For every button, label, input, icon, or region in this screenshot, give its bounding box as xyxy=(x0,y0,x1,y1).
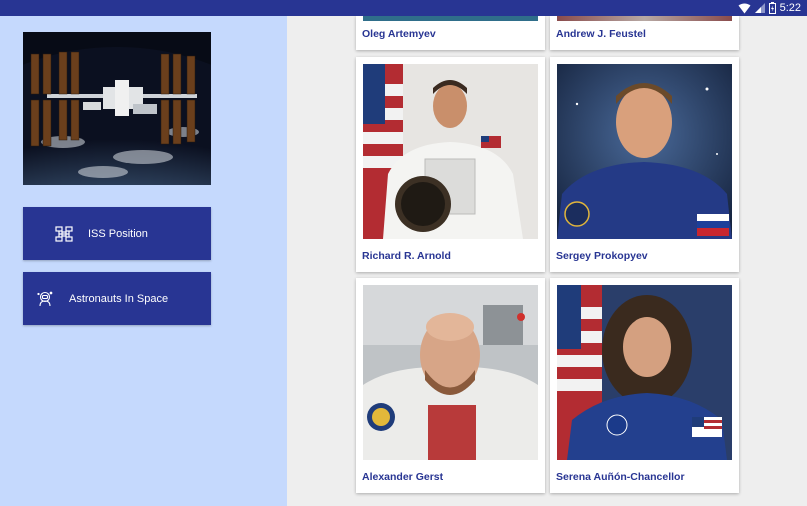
astronaut-card[interactable]: Richard R. Arnold xyxy=(356,57,545,272)
satellite-icon xyxy=(54,224,74,244)
astronaut-card[interactable]: Sergey Prokopyev xyxy=(550,57,739,272)
astronaut-photo xyxy=(557,285,732,460)
astronaut-grid: Oleg Artemyev Andrew J. Feustel Richard … xyxy=(287,16,807,506)
astronaut-card[interactable]: Oleg Artemyev xyxy=(356,16,545,50)
cell-signal-icon xyxy=(754,3,765,13)
astronaut-photo xyxy=(557,16,732,21)
clock-time: 5:22 xyxy=(779,2,801,14)
astronaut-card[interactable]: Alexander Gerst xyxy=(356,278,545,493)
astronaut-name: Sergey Prokopyev xyxy=(556,250,648,262)
astronaut-icon xyxy=(35,289,55,309)
astronauts-in-space-button[interactable]: Astronauts In Space xyxy=(23,272,211,325)
astronaut-card[interactable]: Serena Auñón-Chancellor xyxy=(550,278,739,493)
sidebar: ISS Position Astronauts In Space xyxy=(0,16,287,506)
iss-position-label: ISS Position xyxy=(88,227,148,240)
astronaut-name: Andrew J. Feustel xyxy=(556,28,646,40)
astronauts-in-space-label: Astronauts In Space xyxy=(69,292,169,305)
astronaut-card[interactable]: Andrew J. Feustel xyxy=(550,16,739,50)
astronaut-name: Richard R. Arnold xyxy=(362,250,451,262)
astronaut-photo xyxy=(363,64,538,239)
astronaut-name: Serena Auñón-Chancellor xyxy=(556,471,685,483)
status-icons: 5:22 xyxy=(738,1,801,15)
astronaut-photo xyxy=(557,64,732,239)
iss-position-button[interactable]: ISS Position xyxy=(23,207,211,260)
astronaut-photo xyxy=(363,285,538,460)
astronaut-name: Oleg Artemyev xyxy=(362,28,436,40)
wifi-icon xyxy=(738,3,751,14)
astronaut-name: Alexander Gerst xyxy=(362,471,444,483)
battery-icon xyxy=(768,2,776,14)
astronaut-photo xyxy=(363,16,538,21)
iss-photo xyxy=(23,32,211,185)
status-bar: 5:22 xyxy=(0,0,807,16)
